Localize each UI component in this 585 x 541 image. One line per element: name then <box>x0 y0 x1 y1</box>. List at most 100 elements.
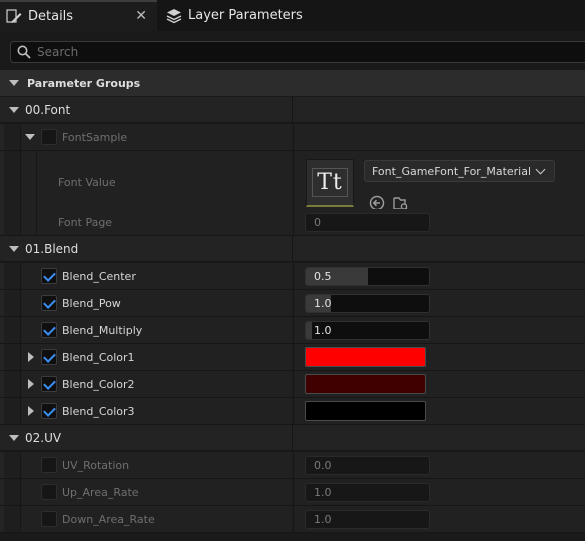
blend-multiply-checkbox[interactable] <box>41 322 57 338</box>
blend-color3-row: Blend_Color3 <box>0 398 585 425</box>
font-sample-label: FontSample <box>62 130 128 144</box>
blend-pow-row: Blend_Pow 1.0 <box>0 290 585 317</box>
name-column <box>20 452 292 478</box>
down-area-rate-row: Down_Area_Rate 1.0 <box>0 506 585 533</box>
font-sample-row: FontSample <box>0 124 585 151</box>
blend-color2-row: Blend_Color2 <box>0 371 585 398</box>
blend-center-label: Blend_Center <box>62 269 136 283</box>
down-area-rate-value: 1.0 <box>314 513 332 526</box>
row-gutter <box>0 209 4 235</box>
chevron-right-icon[interactable] <box>28 406 34 416</box>
up-area-rate-checkbox[interactable] <box>41 484 57 500</box>
tab-details-label: Details <box>28 9 74 24</box>
blend-pow-label: Blend_Pow <box>62 296 121 310</box>
font-page-value: 0 <box>314 216 321 229</box>
value-column <box>293 124 585 150</box>
down-area-rate-label: Down_Area_Rate <box>62 512 155 526</box>
row-gutter <box>0 124 4 150</box>
close-icon[interactable]: ✕ <box>135 8 147 24</box>
chevron-down-icon <box>535 164 546 175</box>
blend-multiply-label: Blend_Multiply <box>62 323 143 337</box>
uv-rotation-field[interactable]: 0.0 <box>305 456 430 475</box>
down-area-rate-checkbox[interactable] <box>41 511 57 527</box>
blend-pow-value: 1.0 <box>314 297 332 310</box>
blend-color3-label: Blend_Color3 <box>62 404 135 418</box>
slider-fill <box>306 322 313 339</box>
blend-color2-label: Blend_Color2 <box>62 377 135 391</box>
tab-layer-parameters-label: Layer Parameters <box>188 8 303 23</box>
category-blend[interactable]: 01.Blend <box>0 236 585 262</box>
column-divider <box>292 236 293 262</box>
layers-icon <box>166 8 182 23</box>
blend-pow-slider[interactable]: 1.0 <box>305 294 430 313</box>
chevron-down-icon[interactable] <box>25 134 35 140</box>
row-gutter <box>0 151 4 213</box>
uv-rotation-checkbox[interactable] <box>41 457 57 473</box>
parameter-groups-header[interactable]: Parameter Groups <box>0 70 585 96</box>
column-divider <box>292 97 293 123</box>
font-sample-checkbox[interactable] <box>41 129 57 145</box>
blend-center-slider[interactable]: 0.5 <box>305 267 430 286</box>
blend-color1-label: Blend_Color1 <box>62 350 135 364</box>
chevron-down-icon <box>9 245 19 252</box>
name-column <box>20 506 292 532</box>
name-column <box>20 398 292 424</box>
font-page-label: Font Page <box>58 215 113 229</box>
uv-rotation-label: UV_Rotation <box>62 458 130 472</box>
name-column <box>20 344 292 370</box>
name-column <box>20 479 292 505</box>
row-gutter <box>0 506 4 532</box>
row-gutter <box>0 398 4 424</box>
details-pencil-icon <box>6 8 22 23</box>
search-icon <box>17 45 31 59</box>
blend-color2-swatch[interactable] <box>305 374 426 394</box>
blend-multiply-slider[interactable]: 1.0 <box>305 321 430 340</box>
chevron-right-icon[interactable] <box>28 352 34 362</box>
up-area-rate-field[interactable]: 1.0 <box>305 483 430 502</box>
font-value-label: Font Value <box>58 175 116 189</box>
blend-pow-checkbox[interactable] <box>41 295 57 311</box>
blend-color1-row: Blend_Color1 <box>0 344 585 371</box>
details-panel: Parameter Groups 00.Font FontSample Font… <box>0 31 585 541</box>
font-value-row: Font Value Tt Font_GameFont_For_Material <box>0 151 585 214</box>
blend-color3-swatch[interactable] <box>305 401 426 421</box>
chevron-right-icon[interactable] <box>28 379 34 389</box>
up-area-rate-value: 1.0 <box>314 486 332 499</box>
category-blend-label: 01.Blend <box>25 241 79 256</box>
tab-layer-parameters[interactable]: Layer Parameters <box>160 0 340 31</box>
font-asset-value: Font_GameFont_For_Material <box>372 164 532 178</box>
chevron-down-icon <box>9 80 19 86</box>
blend-multiply-value: 1.0 <box>314 324 332 337</box>
blend-color1-checkbox[interactable] <box>41 349 57 365</box>
font-asset-combo[interactable]: Font_GameFont_For_Material <box>364 160 555 182</box>
blend-color3-checkbox[interactable] <box>41 403 57 419</box>
name-column <box>20 290 292 316</box>
name-column <box>20 124 292 150</box>
category-uv[interactable]: 02.UV <box>0 425 585 451</box>
blend-color1-swatch[interactable] <box>305 347 426 367</box>
blend-center-row: Blend_Center 0.5 <box>0 263 585 290</box>
category-font[interactable]: 00.Font <box>0 97 585 123</box>
down-area-rate-field[interactable]: 1.0 <box>305 510 430 529</box>
name-column <box>20 371 292 397</box>
font-thumbnail[interactable]: Tt <box>306 159 354 207</box>
row-gutter <box>0 479 4 505</box>
font-thumbnail-text: Tt <box>312 168 348 197</box>
row-gutter <box>0 452 4 478</box>
blend-multiply-row: Blend_Multiply 1.0 <box>0 317 585 344</box>
row-gutter <box>0 317 4 343</box>
blend-center-checkbox[interactable] <box>41 268 57 284</box>
up-area-rate-label: Up_Area_Rate <box>62 485 139 499</box>
tab-details[interactable]: Details ✕ <box>0 0 157 31</box>
indent-line <box>36 209 37 236</box>
uv-rotation-row: UV_Rotation 0.0 <box>0 452 585 479</box>
search-bar <box>10 41 585 63</box>
blend-color2-checkbox[interactable] <box>41 376 57 392</box>
uv-rotation-value: 0.0 <box>314 459 332 472</box>
font-page-field[interactable]: 0 <box>305 213 430 232</box>
row-gutter <box>0 371 4 397</box>
search-input[interactable] <box>37 45 557 59</box>
chevron-down-icon <box>9 434 19 441</box>
row-gutter <box>0 263 4 289</box>
row-gutter <box>0 344 4 370</box>
